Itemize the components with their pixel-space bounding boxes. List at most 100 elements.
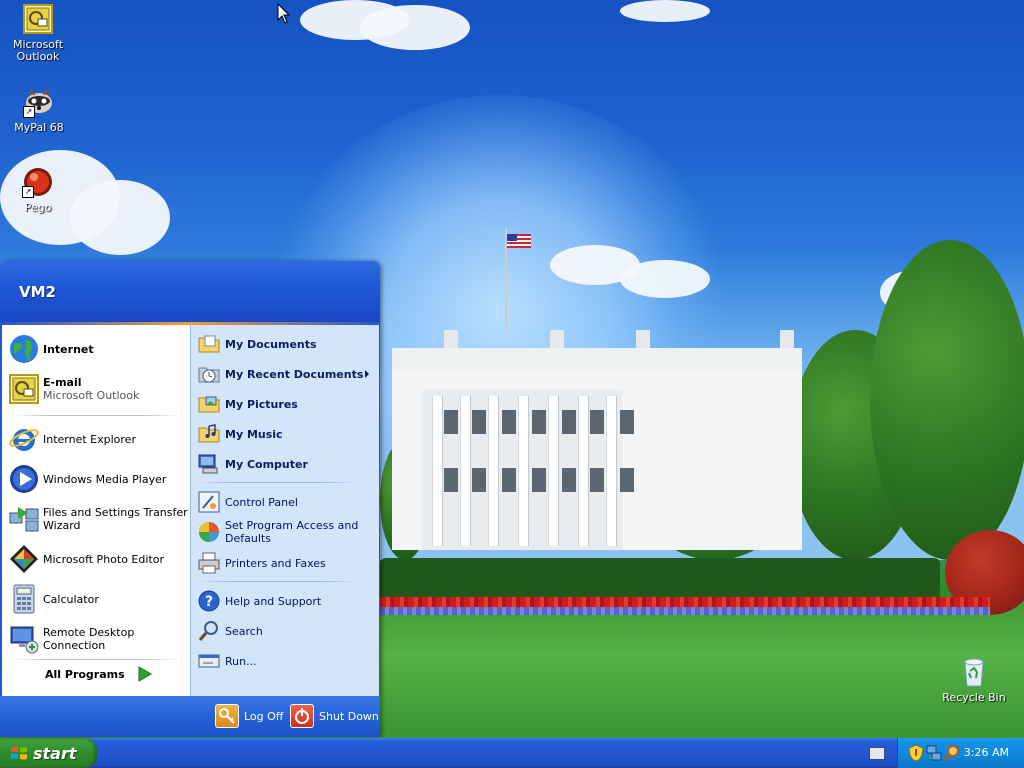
control-panel-icon bbox=[197, 490, 221, 514]
desktop-icon-recycle-bin[interactable]: Recycle Bin bbox=[936, 656, 1012, 704]
svg-text:?: ? bbox=[205, 594, 213, 610]
cloud bbox=[70, 180, 170, 255]
tree bbox=[870, 240, 1024, 560]
submenu-arrow-icon bbox=[365, 370, 369, 378]
separator bbox=[10, 415, 180, 416]
clock[interactable]: 3:26 AM bbox=[964, 746, 1009, 759]
menu-item-label: Internet bbox=[43, 342, 94, 356]
menu-item-email[interactable]: E-mail Microsoft Outlook bbox=[8, 373, 139, 405]
menu-item-my-recent-documents[interactable]: My Recent Documents bbox=[197, 362, 377, 386]
menu-item-label: My Pictures bbox=[225, 397, 298, 411]
start-menu-header: VM2 bbox=[0, 261, 380, 325]
menu-item-label: Internet Explorer bbox=[43, 432, 136, 446]
globe-icon bbox=[8, 333, 40, 365]
outlook-icon bbox=[8, 373, 40, 405]
menu-item-my-music[interactable]: My Music bbox=[197, 422, 283, 446]
folder-pictures-icon bbox=[197, 392, 221, 416]
menu-item-my-documents[interactable]: My Documents bbox=[197, 332, 317, 356]
calculator-icon bbox=[8, 583, 40, 615]
start-menu: VM2 Internet E-mail Microsoft Outlook In… bbox=[0, 261, 380, 737]
menu-item-label: Wizard bbox=[43, 519, 81, 532]
menu-item-help-support[interactable]: ? Help and Support bbox=[197, 589, 321, 613]
menu-item-label: E-mail bbox=[43, 376, 82, 389]
menu-item-label: Printers and Faxes bbox=[225, 556, 326, 570]
all-programs-button[interactable]: All Programs bbox=[45, 665, 153, 683]
menu-item-label: My Music bbox=[225, 427, 283, 441]
menu-item-label: Files and Settings Transfer bbox=[43, 506, 188, 519]
menu-item-label: Set Program Access and bbox=[225, 519, 359, 532]
menu-item-control-panel[interactable]: Control Panel bbox=[197, 490, 298, 514]
start-button[interactable]: start bbox=[0, 738, 97, 768]
recent-documents-icon bbox=[197, 362, 221, 386]
shortcut-arrow-icon: ↗ bbox=[22, 186, 34, 198]
menu-item-windows-media-player[interactable]: Windows Media Player bbox=[8, 463, 166, 495]
windows-logo-icon bbox=[10, 744, 28, 762]
menu-item-internet-explorer[interactable]: Internet Explorer bbox=[8, 423, 136, 455]
shortcut-arrow-icon: ↗ bbox=[23, 106, 35, 118]
start-menu-places-pane: My Documents My Recent Documents My Pict… bbox=[190, 325, 379, 696]
mouse-cursor-icon bbox=[277, 3, 291, 24]
menu-item-sublabel: Microsoft Outlook bbox=[43, 389, 140, 402]
all-programs-label: All Programs bbox=[45, 667, 125, 681]
desktop-icon-label: Recycle Bin bbox=[942, 691, 1006, 704]
menu-item-label: Help and Support bbox=[225, 594, 322, 608]
desktop-icon-mypal[interactable]: ↗ MyPal 68 bbox=[1, 86, 77, 134]
desktop-icon-pego[interactable]: ↗ Pego bbox=[0, 166, 76, 214]
desktop-icon-outlook[interactable]: Microsoft Outlook bbox=[0, 3, 76, 63]
menu-item-set-program-access[interactable]: Set Program Access and Defaults bbox=[197, 519, 358, 545]
log-off-button[interactable]: Log Off bbox=[215, 704, 283, 728]
language-bar-icon[interactable] bbox=[869, 747, 885, 760]
menu-item-internet[interactable]: Internet bbox=[8, 333, 94, 365]
menu-item-label: Remote Desktop Connection bbox=[43, 626, 135, 652]
cloud bbox=[620, 260, 710, 298]
menu-item-run[interactable]: Run... bbox=[197, 649, 257, 673]
key-icon bbox=[215, 704, 239, 728]
user-name: VM2 bbox=[19, 283, 56, 301]
magnifier-icon[interactable] bbox=[943, 744, 960, 765]
recycle-bin-icon bbox=[958, 656, 990, 688]
menu-item-label: My Recent Documents bbox=[225, 367, 364, 381]
media-player-icon bbox=[8, 463, 40, 495]
menu-item-label: Run... bbox=[225, 654, 257, 668]
pego-icon: ↗ bbox=[22, 166, 54, 198]
menu-item-calculator[interactable]: Calculator bbox=[8, 583, 99, 615]
start-label: start bbox=[33, 743, 77, 763]
hedge bbox=[380, 558, 940, 602]
computer-icon bbox=[197, 452, 221, 476]
arrow-right-icon bbox=[134, 665, 153, 683]
network-icon[interactable] bbox=[926, 744, 942, 765]
menu-item-my-pictures[interactable]: My Pictures bbox=[197, 392, 298, 416]
menu-item-label: Calculator bbox=[43, 592, 99, 606]
folder-music-icon bbox=[197, 422, 221, 446]
program-access-icon bbox=[197, 520, 221, 544]
raccoon-icon: ↗ bbox=[23, 86, 55, 118]
search-icon bbox=[197, 619, 221, 643]
desktop-icon-label: Outlook bbox=[16, 50, 60, 63]
flower-bed-blue bbox=[380, 607, 990, 615]
menu-item-transfer-wizard[interactable]: Files and Settings Transfer Wizard bbox=[8, 503, 188, 535]
security-shield-icon[interactable] bbox=[908, 744, 924, 765]
menu-item-search[interactable]: Search bbox=[197, 619, 263, 643]
menu-item-photo-editor[interactable]: Microsoft Photo Editor bbox=[8, 543, 164, 575]
menu-item-remote-desktop[interactable]: Remote Desktop Connection bbox=[8, 623, 190, 655]
menu-item-label: Defaults bbox=[225, 532, 271, 545]
transfer-wizard-icon bbox=[8, 503, 40, 535]
outlook-icon bbox=[22, 3, 54, 35]
menu-item-my-computer[interactable]: My Computer bbox=[197, 452, 308, 476]
shut-down-button[interactable]: Shut Down bbox=[290, 704, 379, 728]
shut-down-label: Shut Down bbox=[319, 709, 379, 723]
separator bbox=[10, 659, 180, 660]
menu-item-label: Search bbox=[225, 624, 263, 638]
menu-item-label: My Documents bbox=[225, 337, 317, 351]
log-off-label: Log Off bbox=[244, 709, 284, 723]
printer-icon bbox=[197, 551, 221, 575]
menu-item-label: Microsoft Photo Editor bbox=[43, 552, 164, 566]
system-tray: 3:26 AM bbox=[897, 738, 1024, 768]
cloud bbox=[620, 0, 710, 22]
menu-item-printers-faxes[interactable]: Printers and Faxes bbox=[197, 551, 326, 575]
help-icon: ? bbox=[197, 589, 221, 613]
separator bbox=[197, 482, 357, 483]
run-icon bbox=[197, 649, 221, 673]
flag bbox=[507, 234, 531, 248]
menu-item-label: Windows Media Player bbox=[43, 472, 167, 486]
